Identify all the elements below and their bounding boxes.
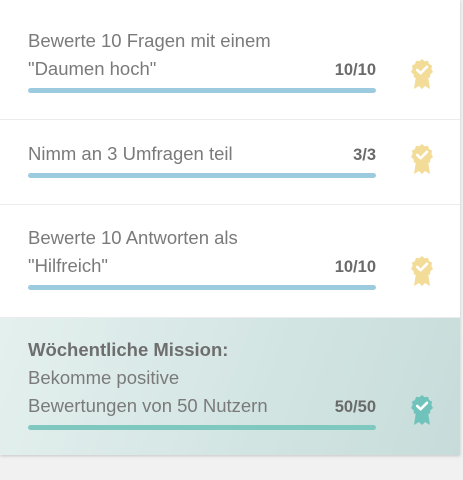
mission-progress-fill [28, 285, 376, 290]
mission-progress-count: 3/3 [353, 146, 376, 164]
mission-progress-bar [28, 88, 376, 93]
weekly-mission-title: Wöchentliche Mission: Bekomme positive B… [28, 336, 328, 420]
award-ribbon-check-icon [409, 143, 435, 175]
mission-progress-fill [28, 173, 376, 178]
mission-progress-fill [28, 425, 376, 430]
mission-title-line: Nimm an 3 Umfragen teil [28, 143, 233, 164]
mission-title-line: Bewertungen von 50 Nutzern [28, 395, 268, 416]
mission-title-line: Bewerte 10 Fragen mit einem [28, 30, 271, 51]
award-ribbon-check-icon [409, 394, 435, 426]
weekly-mission-heading: Wöchentliche Mission: [28, 339, 229, 360]
mission-progress-count: 50/50 [334, 398, 376, 416]
mission-row[interactable]: Bewerte 10 Fragen mit einem "Daumen hoch… [0, 0, 460, 120]
mission-title-line: "Hilfreich" [28, 255, 108, 276]
mission-title-line: Bekomme positive [28, 367, 180, 388]
mission-title-line: "Daumen hoch" [28, 58, 157, 79]
weekly-mission-row[interactable]: Wöchentliche Mission: Bekomme positive B… [0, 318, 460, 455]
missions-card: Bewerte 10 Fragen mit einem "Daumen hoch… [0, 0, 460, 455]
mission-title: Nimm an 3 Umfragen teil [28, 140, 328, 168]
mission-progress-bar [28, 425, 376, 430]
mission-title: Bewerte 10 Antworten als "Hilfreich" [28, 224, 328, 280]
mission-progress-count: 10/10 [334, 258, 376, 276]
mission-row[interactable]: Nimm an 3 Umfragen teil 3/3 [0, 120, 460, 205]
award-ribbon-check-icon [409, 255, 435, 287]
mission-title: Bewerte 10 Fragen mit einem "Daumen hoch… [28, 27, 328, 83]
mission-progress-count: 10/10 [334, 61, 376, 79]
mission-progress-bar [28, 173, 376, 178]
mission-row[interactable]: Bewerte 10 Antworten als "Hilfreich" 10/… [0, 205, 460, 318]
mission-progress-bar [28, 285, 376, 290]
mission-title-line: Bewerte 10 Antworten als [28, 227, 238, 248]
award-ribbon-check-icon [409, 58, 435, 90]
mission-progress-fill [28, 88, 376, 93]
